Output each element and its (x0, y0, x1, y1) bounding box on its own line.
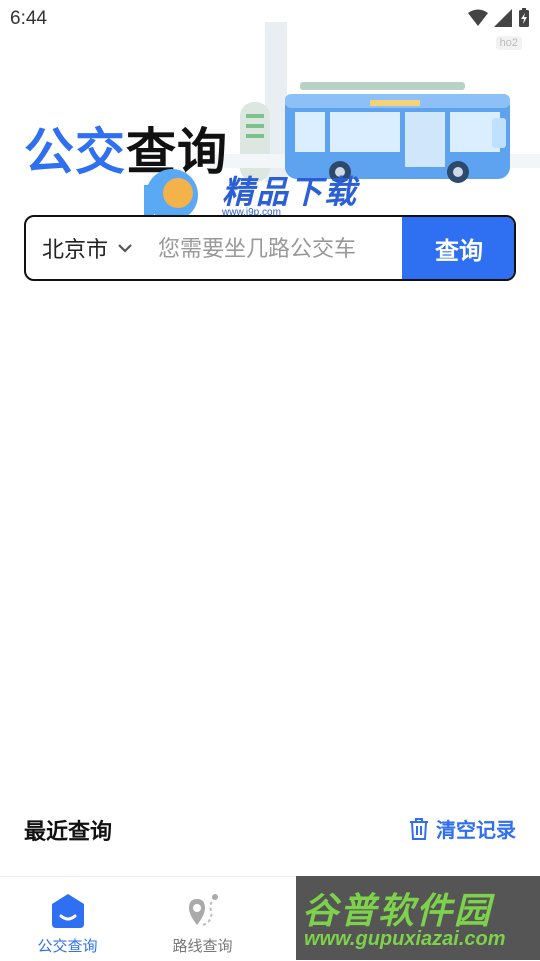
bus-query-icon (51, 894, 84, 928)
nav-bus-query[interactable]: 公交查询 (0, 877, 135, 961)
city-label: 北京市 (42, 238, 109, 263)
nav-bus-query-label: 公交查询 (37, 937, 98, 955)
city-select[interactable]: 北京市 (26, 217, 154, 279)
watermark-banner-text: 谷普软件园 (302, 891, 493, 932)
watermark-banner-url: www.gupuxiazai.com (304, 928, 506, 950)
clear-history-button[interactable]: 清空记录 (408, 814, 516, 843)
chevron-down-icon (118, 244, 132, 253)
route-pin-icon (188, 894, 218, 926)
title-accent: 公交 (24, 123, 126, 181)
search-input[interactable] (156, 217, 408, 279)
recent-title: 最近查询 (24, 820, 113, 845)
trash-icon (410, 817, 428, 840)
status-time: 6:44 (10, 8, 47, 29)
search-bar: 北京市 查询 (24, 215, 516, 281)
search-button[interactable]: 查询 (402, 217, 514, 279)
nav-route-query[interactable]: 路线查询 (135, 877, 270, 961)
clear-history-label: 清空记录 (436, 818, 516, 842)
nav-route-query-label: 路线查询 (172, 937, 233, 955)
watermark-banner: 谷普软件园 www.gupuxiazai.com (296, 876, 540, 960)
